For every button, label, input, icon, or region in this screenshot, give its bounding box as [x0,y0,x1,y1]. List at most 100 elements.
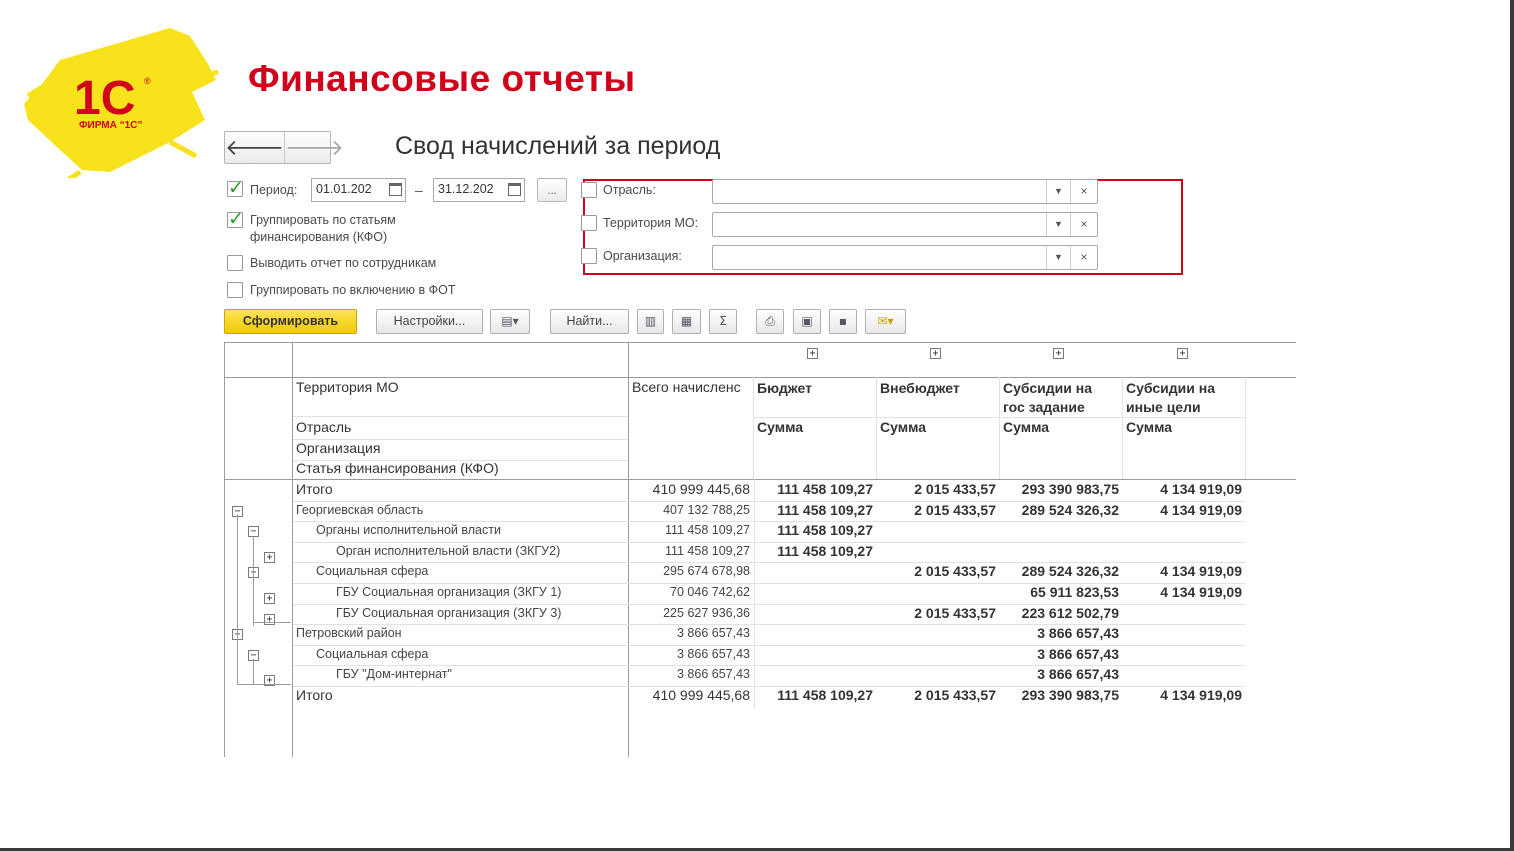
row-value: 2 015 433,57 [914,687,996,703]
row-value: 293 390 983,75 [1021,481,1119,497]
column-subheader: Сумма [880,419,927,435]
grid-line [999,377,1000,479]
expand-column-icon[interactable]: + [1053,348,1064,359]
row-value: 4 134 919,09 [1160,501,1242,518]
row-total-value: 3 866 657,43 [677,626,750,641]
organization-filter-checkbox[interactable] [581,248,597,264]
calendar-icon[interactable] [508,183,521,196]
group-by-fot-checkbox[interactable] [227,282,243,298]
expand-column-icon[interactable]: + [807,348,818,359]
period-to-value: 31.12.202 [438,182,494,196]
preview-icon: ▣ [801,314,813,328]
row-value: 3 866 657,43 [1037,645,1119,662]
group-by-fot-label: Группировать по включению в ФОТ [250,283,456,297]
clear-icon[interactable]: × [1070,180,1097,203]
row-value: 4 134 919,09 [1160,584,1242,600]
row-label: Органы исполнительной власти [316,523,501,538]
row-value: 2 015 433,57 [914,481,996,497]
organization-filter-input[interactable]: ▼ × [712,245,1098,270]
preview-button[interactable]: ▣ [793,309,821,334]
collapse-icon: ▥ [644,314,657,328]
tree-line [253,622,291,623]
navigation-buttons: 🡐 🡒 [224,131,344,164]
row-value: 4 134 919,09 [1160,563,1242,580]
period-to-input[interactable]: 31.12.202 [433,178,525,202]
by-employees-checkbox[interactable] [227,255,243,271]
row-label: ГБУ Социальная организация (ЗКГУ 1) [336,585,562,599]
expand-row-icon[interactable]: + [264,593,275,604]
save-button[interactable]: ▪ [829,309,857,334]
svg-text:®: ® [144,76,151,86]
row-label: Орган исполнительной власти (ЗКГУ2) [336,543,561,558]
settings-button[interactable]: Настройки... [376,309,483,334]
row-total-value: 70 046 742,62 [670,585,750,599]
industry-filter-label: Отрасль: [603,183,656,197]
generate-button[interactable]: Сформировать [224,309,357,334]
territory-filter-checkbox[interactable] [581,215,597,231]
territory-filter-input[interactable]: ▼ × [712,212,1098,237]
period-checkbox[interactable] [227,177,244,199]
dropdown-arrow-icon[interactable]: ▼ [1046,180,1070,203]
sum-icon: Σ [719,314,727,328]
expand-column-icon[interactable]: + [1177,348,1188,359]
industry-filter-input[interactable]: ▼ × [712,179,1098,204]
grid-line [1123,417,1245,418]
industry-filter-checkbox[interactable] [581,182,597,198]
expand-column-icon[interactable]: + [930,348,941,359]
send-menu-button[interactable]: ✉▾ [865,309,906,334]
report-table[interactable]: + + + + Территория МО Отрасль Организация Стать… [224,342,1296,757]
grid-line [224,377,1296,378]
grid-line [1122,377,1123,479]
column-header: Субсидии на гос задание [1003,380,1092,415]
row-value: 3 866 657,43 [1037,666,1119,683]
group-by-kfo-label: Группировать по статьям финансирования (… [250,213,396,244]
slide-right-edge [1510,0,1514,851]
period-select-button[interactable]: ... [537,178,567,202]
clear-icon[interactable]: × [1070,246,1097,269]
grid-line [1245,377,1246,479]
row-value: 111 458 109,27 [777,542,873,559]
arrow-right-icon[interactable]: 🡒 [285,132,344,163]
collapse-groups-button[interactable]: ▥ [637,309,664,334]
grid-line [292,342,293,757]
company-logo: 1С ® ФИРМА “1С” [20,22,220,183]
period-dash: – [415,182,423,198]
find-button[interactable]: Найти... [550,309,629,334]
row-value: 293 390 983,75 [1021,687,1119,703]
row-total-value: 295 674 678,98 [663,564,750,579]
row-value: 223 612 502,79 [1021,604,1119,621]
grid-line [876,377,877,479]
row-total-value: 410 999 445,68 [652,687,750,703]
grid-line [1000,417,1122,418]
dropdown-arrow-icon[interactable]: ▼ [1046,246,1070,269]
calendar-icon[interactable] [389,183,402,196]
row-total-value: 111 458 109,27 [664,543,750,558]
period-from-input[interactable]: 01.01.202 [311,178,406,202]
row-label: Социальная сфера [316,646,429,661]
column-header: Внебюджет [880,380,960,396]
row-label: Итого [296,687,333,703]
row-total-value: 111 458 109,27 [664,523,750,538]
group-by-kfo-checkbox[interactable] [227,208,244,230]
clear-icon[interactable]: × [1070,213,1097,236]
copy-menu-button[interactable]: ▤▾ [490,309,530,334]
expand-groups-button[interactable]: ▦ [672,309,701,334]
print-button[interactable]: ⎙ [756,309,784,334]
row-value: 111 458 109,27 [777,501,873,518]
expand-row-icon[interactable]: + [264,551,275,563]
row-dimension-label: Отрасль [296,419,352,435]
sum-button[interactable]: Σ [709,309,737,334]
dropdown-arrow-icon[interactable]: ▼ [1046,213,1070,236]
row-value: 111 458 109,27 [777,687,873,703]
row-value: 2 015 433,57 [914,604,996,621]
arrow-left-icon[interactable]: 🡐 [225,132,285,163]
row-value: 2 015 433,57 [914,563,996,580]
grid-line [877,417,999,418]
column-subheader: Сумма [757,419,804,435]
grid-line [293,416,628,417]
row-total-value: 225 627 936,36 [663,605,750,620]
grid-line [754,417,876,418]
row-value: 111 458 109,27 [777,481,873,497]
row-dimension-label: Территория МО [296,379,399,395]
row-value: 111 458 109,27 [777,522,873,539]
